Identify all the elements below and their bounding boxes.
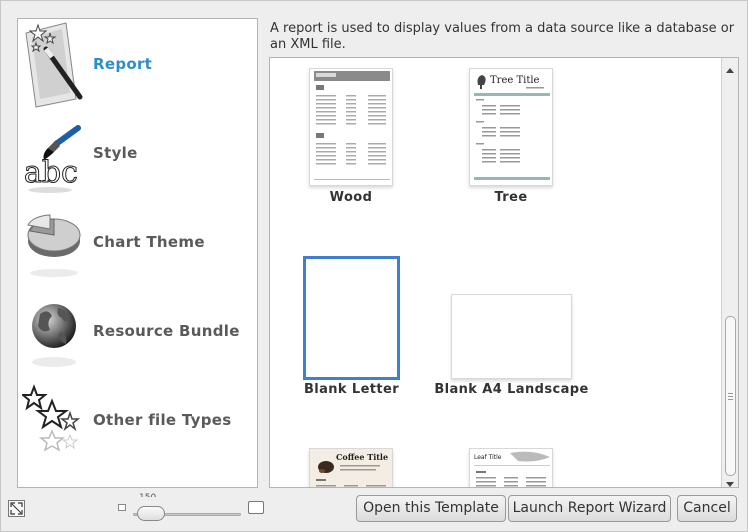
svg-text:abc: abc [24,155,78,190]
template-thumbnail [309,68,393,186]
template-thumbnail [451,294,572,379]
expand-icon[interactable] [8,500,25,517]
template-blank-a4-landscape[interactable]: Blank A4 Landscape [434,294,588,398]
template-thumbnail: Leaf Title [469,448,553,487]
category-label: Chart Theme [93,233,205,251]
dialog-footer: 150 Open this Template Launch Report Wiz… [1,492,748,532]
template-gallery: Wood Tree Title Tree Blank Letter Blank … [269,57,739,488]
template-wood[interactable]: Wood [309,68,393,208]
zoom-value: 150 [139,492,156,497]
category-report[interactable]: Report [18,19,257,108]
template-leaf[interactable]: Leaf Title [469,448,553,487]
category-list: Report abc Style Chart Theme Resource Bu… [17,18,258,488]
template-blank-letter[interactable]: Blank Letter [303,256,400,398]
zoom-slider-handle[interactable] [137,506,165,521]
category-label: Other file Types [93,411,232,429]
pie-chart-icon [22,197,86,286]
scrollbar-thumb[interactable] [725,316,736,476]
template-dialog: Report abc Style Chart Theme Resource Bu… [0,0,748,532]
category-label: Report [93,55,153,73]
template-label: Wood [329,190,373,205]
category-resource-bundle[interactable]: Resource Bundle [18,286,257,375]
template-thumbnail: Tree Title [469,68,553,186]
scroll-up-icon[interactable] [725,61,735,73]
category-description: A report is used to display values from … [270,21,735,52]
template-thumbnail: Coffee Title [309,448,393,487]
zoom-out-icon[interactable] [118,504,126,511]
scroll-down-icon[interactable] [725,474,735,487]
category-other-file-types[interactable]: Other file Types [18,375,257,464]
paintbrush-text-icon: abc [22,108,86,197]
template-thumb-title: Coffee Title [336,452,388,462]
template-label: Tree [494,190,528,205]
template-thumb-title: Tree Title [490,75,540,86]
gallery-scrollbar[interactable] [721,58,738,487]
template-label: Blank A4 Landscape [434,382,589,397]
template-label: Blank Letter [303,382,400,397]
template-thumb-title: Leaf Title [474,454,502,461]
template-thumbnail [303,256,400,380]
template-coffee[interactable]: Coffee Title [309,448,393,487]
magic-wand-icon [22,19,86,108]
launch-wizard-button[interactable]: Launch Report Wizard [508,495,671,522]
category-label: Style [93,144,138,162]
stars-icon [20,375,86,464]
zoom-in-icon[interactable] [248,501,264,514]
category-label: Resource Bundle [93,322,240,340]
category-chart-theme[interactable]: Chart Theme [18,197,257,286]
category-style[interactable]: abc Style [18,108,257,197]
globe-icon [22,286,86,375]
template-tree[interactable]: Tree Title Tree [469,68,553,208]
open-template-button[interactable]: Open this Template [356,495,506,522]
cancel-button[interactable]: Cancel [677,495,737,522]
